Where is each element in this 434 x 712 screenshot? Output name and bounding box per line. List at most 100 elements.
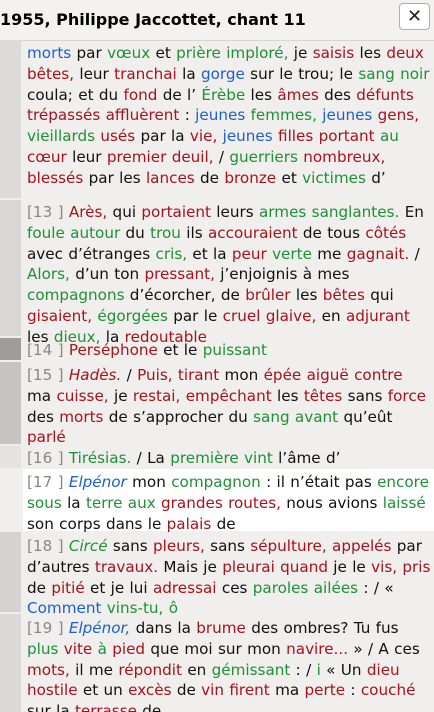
word-token[interactable]: brume [196, 619, 246, 637]
word-token[interactable]: avant [295, 408, 338, 426]
word-token[interactable]: gagnait. [347, 245, 410, 263]
word-token[interactable]: vite [64, 640, 93, 658]
word-token[interactable]: hostile [27, 681, 78, 699]
word-token[interactable]: brûler [245, 286, 290, 304]
word-token[interactable]: usés [100, 127, 135, 145]
word-token[interactable]: travaux. [95, 558, 158, 576]
word-token[interactable]: navire... [286, 640, 348, 658]
word-token[interactable]: nombreux, [303, 148, 385, 166]
word-token[interactable]: noir [400, 65, 429, 83]
word-token[interactable]: femmes, [251, 106, 317, 124]
word-token[interactable]: parlé [27, 428, 66, 446]
word-token[interactable]: Circé [69, 537, 108, 555]
word-token[interactable]: épée [264, 366, 302, 384]
word-token[interactable]: terrasse [75, 702, 137, 712]
word-token[interactable]: palais [167, 515, 212, 533]
word-token[interactable]: vieillards [27, 127, 95, 145]
word-token[interactable]: pitié [51, 579, 84, 597]
word-token[interactable]: peur [232, 245, 267, 263]
word-token[interactable]: ô [169, 599, 178, 617]
word-token[interactable]: empêchant [186, 387, 272, 405]
word-token[interactable]: dieu [367, 661, 400, 679]
word-token[interactable]: Hadès. [69, 366, 121, 384]
word-token[interactable]: verte [272, 245, 312, 263]
word-token[interactable]: cris, [156, 245, 188, 263]
word-token[interactable]: aux [128, 494, 156, 512]
word-token[interactable]: autour [70, 224, 120, 242]
word-token[interactable]: quand [280, 558, 328, 576]
segment[interactable]: [19 ] Elpénor, dans la brume des ombres?… [27, 618, 431, 712]
word-token[interactable]: prière [176, 44, 221, 62]
word-token[interactable]: gorge [201, 65, 245, 83]
word-token[interactable]: Tirésias. [69, 449, 131, 467]
word-token[interactable]: pleurai [222, 558, 275, 576]
word-token[interactable]: jeunes [195, 106, 245, 124]
word-token[interactable]: jeunes [322, 106, 372, 124]
word-token[interactable]: cruel [223, 307, 261, 325]
word-token[interactable]: adressai [153, 579, 217, 597]
word-token[interactable]: routes, [228, 494, 281, 512]
word-token[interactable]: pris [402, 558, 430, 576]
word-token[interactable]: glaive, [266, 307, 317, 325]
word-token[interactable]: vin [201, 681, 224, 699]
word-token[interactable]: firent [229, 681, 269, 699]
word-token[interactable]: guerriers [229, 148, 298, 166]
word-token[interactable]: force [388, 387, 426, 405]
word-token[interactable]: gens, [378, 106, 419, 124]
word-token[interactable]: filles [278, 127, 313, 145]
word-token[interactable]: vins-tu, [107, 599, 164, 617]
word-token[interactable]: Perséphone [69, 341, 158, 359]
word-token[interactable]: ailées [314, 579, 358, 597]
word-token[interactable]: portant [319, 127, 375, 145]
word-token[interactable]: bronze [224, 169, 276, 187]
word-token[interactable]: pleurs, [153, 537, 205, 555]
word-token[interactable]: puissant [203, 341, 267, 359]
word-token[interactable]: lances [146, 169, 195, 187]
word-token[interactable]: bêtes [323, 286, 365, 304]
segment[interactable]: [15 ] Hadès. / Puis, tirant mon épée aig… [27, 365, 431, 448]
word-token[interactable]: jeunes [223, 127, 273, 145]
word-token[interactable]: à [98, 640, 107, 658]
word-token[interactable]: couché [361, 681, 416, 699]
word-token[interactable]: encore [377, 473, 429, 491]
word-token[interactable]: paroles [253, 579, 309, 597]
segment[interactable]: [14 ] Perséphone et le puissant [27, 340, 431, 361]
word-token[interactable]: gisaient, [27, 307, 92, 325]
word-token[interactable]: Érèbe [201, 86, 245, 104]
word-token[interactable]: vis, [371, 558, 397, 576]
close-button[interactable]: ✕ [399, 3, 430, 30]
word-token[interactable]: têtes [304, 387, 343, 405]
word-token[interactable]: terre [86, 494, 123, 512]
word-token[interactable]: bêtes, [27, 65, 74, 83]
word-token[interactable]: répondit [118, 661, 182, 679]
word-token[interactable]: Puis, [137, 366, 172, 384]
word-token[interactable]: Elpénor, [69, 619, 130, 637]
word-token[interactable]: pied [112, 640, 145, 658]
word-token[interactable]: restai, [133, 387, 180, 405]
word-token[interactable]: accouraient [208, 224, 298, 242]
word-token[interactable]: blessés [27, 169, 83, 187]
word-token[interactable]: morts [59, 408, 103, 426]
word-token[interactable]: victimes [302, 169, 366, 187]
word-token[interactable]: appelés [332, 537, 391, 555]
word-token[interactable]: compagnons [27, 286, 124, 304]
segment[interactable]: [13 ] Arès, qui portaient leurs armes sa… [27, 202, 431, 348]
word-token[interactable]: vint [244, 449, 273, 467]
word-token[interactable]: Alors, [27, 265, 70, 283]
word-token[interactable]: âmes [277, 86, 318, 104]
word-token[interactable]: premier [107, 148, 167, 166]
word-token[interactable]: deux [386, 44, 424, 62]
word-token[interactable]: foule [27, 224, 65, 242]
word-token[interactable]: sang [358, 65, 395, 83]
word-token[interactable]: saisis [313, 44, 354, 62]
word-token[interactable]: Comment [27, 599, 101, 617]
word-token[interactable]: première [170, 449, 239, 467]
word-token[interactable]: laissé [383, 494, 426, 512]
word-token[interactable]: grandes [161, 494, 223, 512]
word-token[interactable]: plus [27, 640, 58, 658]
word-token[interactable]: au [380, 127, 399, 145]
word-token[interactable]: vœux [107, 44, 150, 62]
word-token[interactable]: Elpénor [69, 473, 127, 491]
word-token[interactable]: cuisse, [56, 387, 108, 405]
word-token[interactable]: trépassés [27, 106, 100, 124]
